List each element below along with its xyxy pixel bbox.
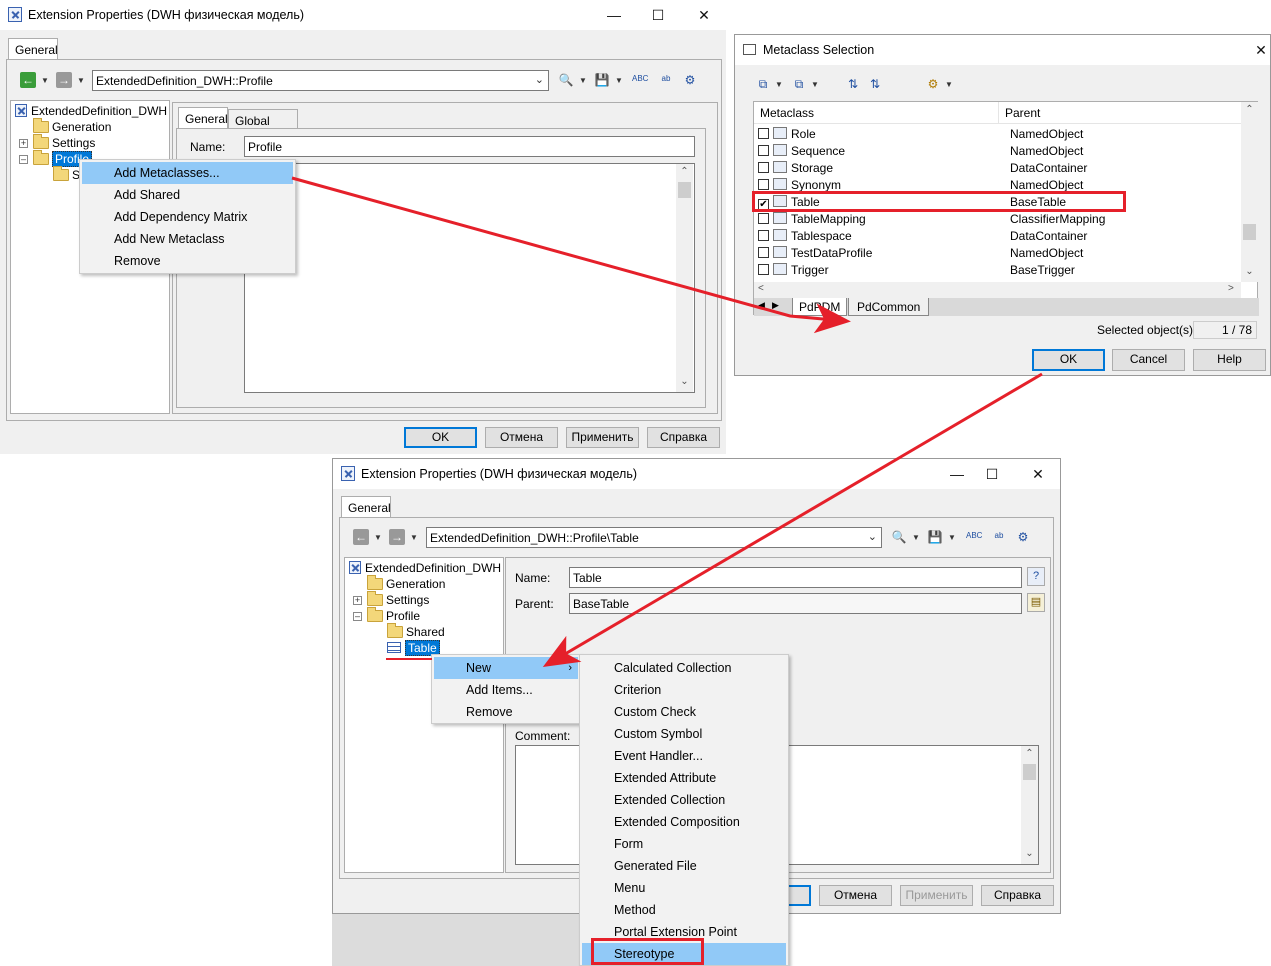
annotation-arrows (291, 176, 1043, 668)
arrow-to-metaclass-selection (291, 176, 851, 334)
arrow-to-new-menu (542, 372, 1043, 668)
